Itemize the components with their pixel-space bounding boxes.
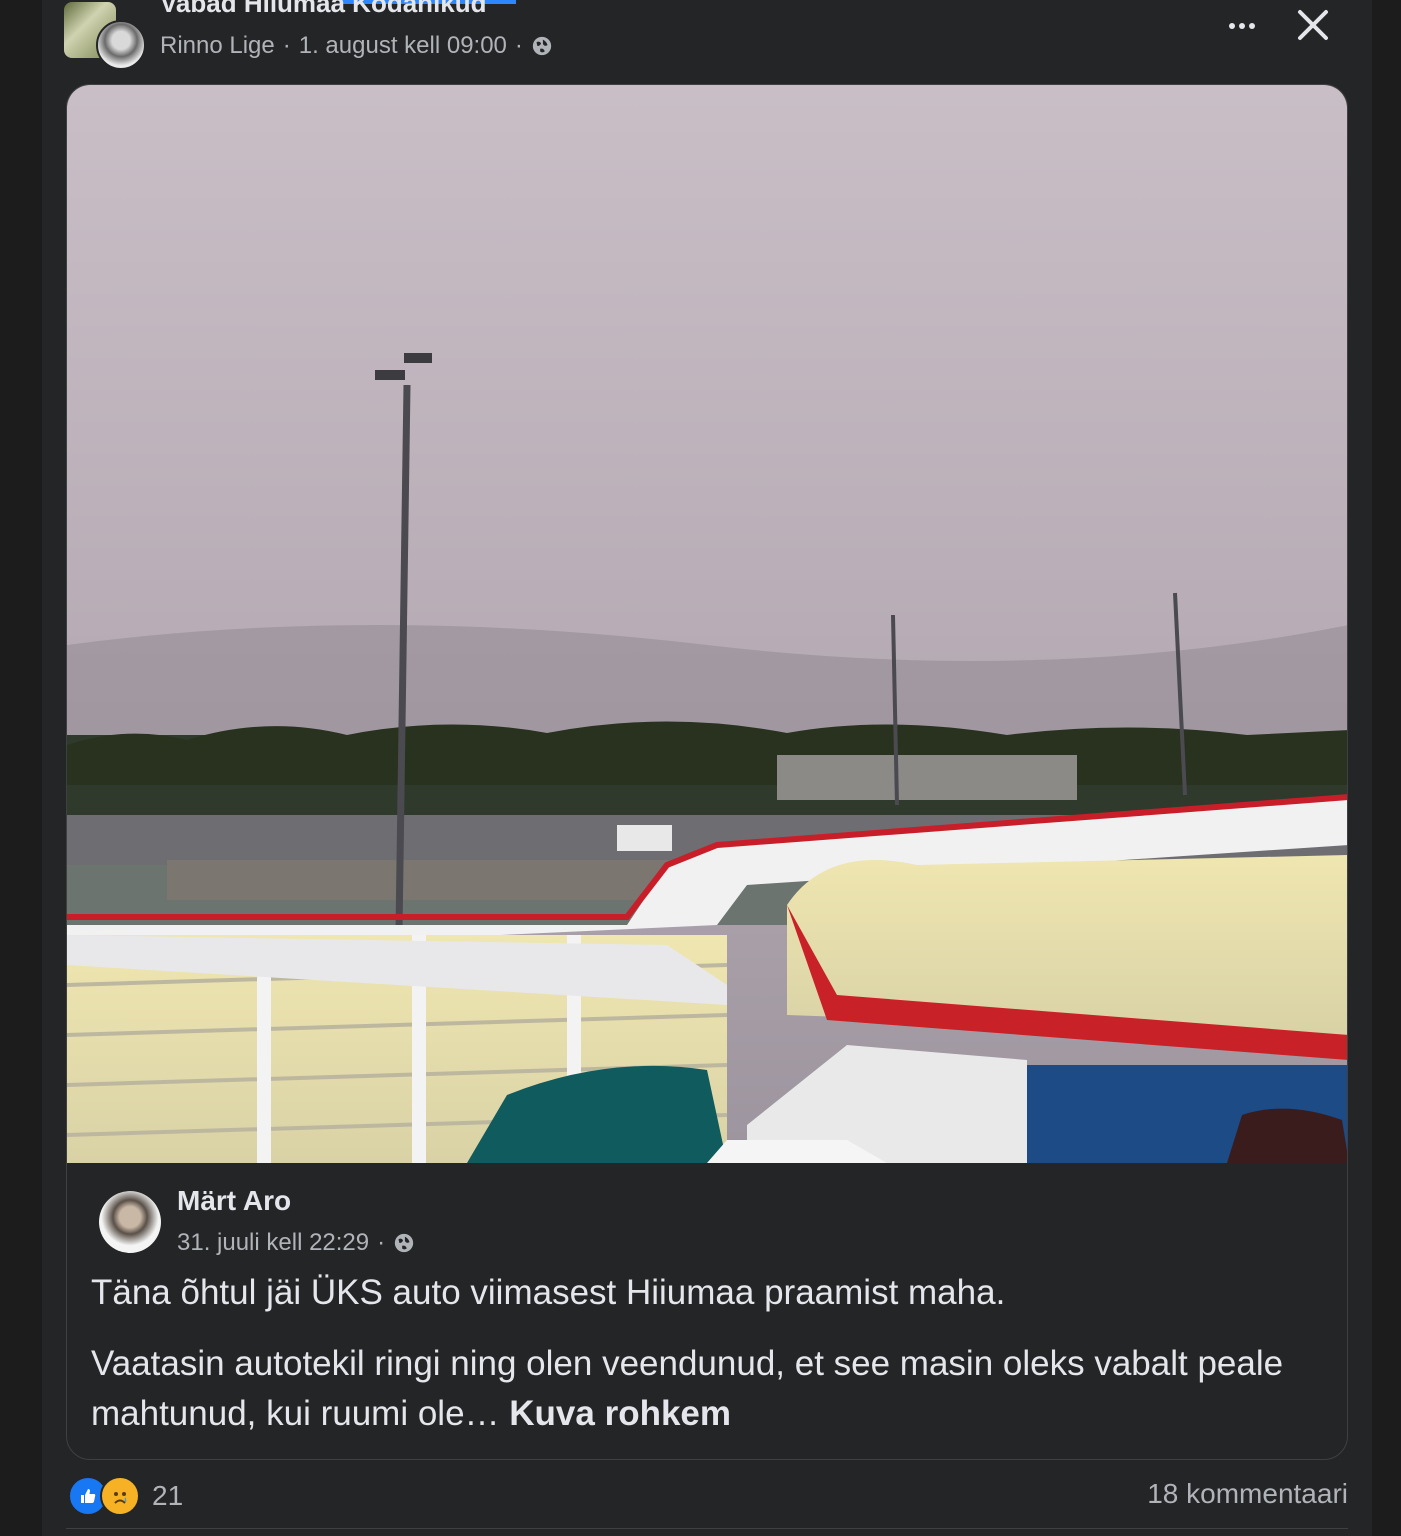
shared-post-timestamp[interactable]: 31. juuli kell 22:29 [177, 1229, 369, 1257]
meta-separator: · [514, 32, 523, 59]
reaction-count: 21 [152, 1480, 184, 1511]
post-meta: Rinno Lige · 1. august kell 09:00 · [160, 32, 553, 60]
globe-icon[interactable] [393, 1232, 415, 1254]
post-text-line-2: Vaatasin autotekil ringi ning olen veend… [91, 1339, 1321, 1439]
reactions-summary[interactable]: 21 [68, 1476, 183, 1516]
more-options-icon[interactable] [1218, 8, 1266, 44]
shared-post-meta: 31. juuli kell 22:29 · [177, 1229, 415, 1257]
globe-icon[interactable] [531, 35, 553, 57]
author-avatar[interactable] [96, 20, 146, 70]
close-icon[interactable] [1292, 4, 1334, 46]
sad-icon [100, 1476, 140, 1516]
post-timestamp[interactable]: 1. august kell 09:00 [299, 32, 507, 60]
shared-post-card[interactable]: Märt Aro 31. juuli kell 22:29 · Täna õht… [66, 84, 1348, 1460]
footer-divider [66, 1528, 1348, 1529]
group-name[interactable]: Vabad Hiiumaa Kodanikud [160, 0, 487, 19]
shared-author-avatar[interactable] [99, 1191, 161, 1253]
comments-count-link[interactable]: 18 kommentaari [1147, 1478, 1348, 1510]
meta-separator: · [377, 1229, 386, 1256]
meta-separator: · [282, 32, 291, 59]
author-name[interactable]: Rinno Lige [160, 32, 275, 60]
post-photo[interactable] [67, 85, 1348, 1163]
shared-author-name[interactable]: Märt Aro [177, 1185, 291, 1217]
see-more-link[interactable]: Kuva rohkem [509, 1394, 731, 1433]
post-text-line-1: Täna õhtul jäi ÜKS auto viimasest Hiiuma… [91, 1273, 1006, 1312]
